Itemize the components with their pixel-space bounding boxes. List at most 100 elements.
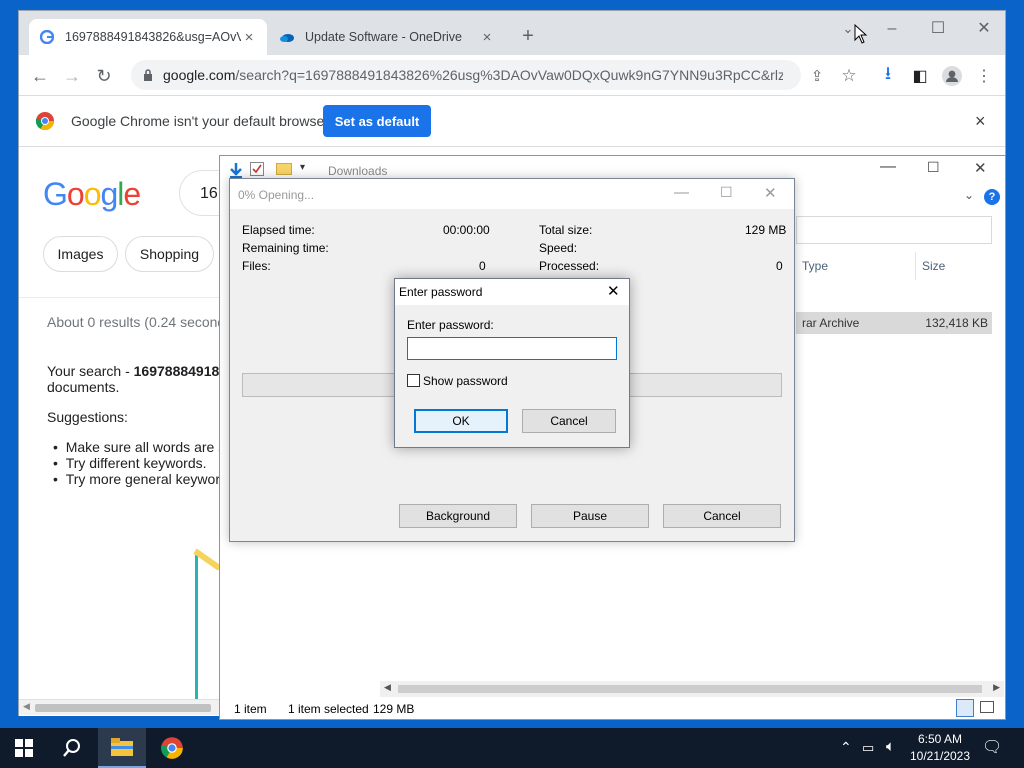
file-type: rar Archive [802,316,860,330]
tray-overflow-chevron-icon[interactable]: ⌃ [840,739,852,756]
tab-title: Update Software - OneDrive [305,30,463,44]
suggestion-text: Try different keywords. [65,455,207,471]
onedrive-cloud-icon [279,29,295,45]
cancel-button[interactable]: Cancel [522,409,616,433]
browser-toolbar: ← → ↻ google.com/search?q=16978884918438… [19,55,1005,95]
explorer-maximize-icon[interactable]: ☐ [927,159,940,176]
infobar-message: Google Chrome isn't your default browser [71,113,329,129]
start-windows-icon[interactable] [0,728,48,768]
password-close-icon[interactable]: ✕ [607,282,620,300]
documents-line: documents. [47,379,120,395]
file-size: 132,418 KB [925,316,988,330]
forward-arrow-icon[interactable]: → [59,63,85,89]
set-default-button[interactable]: Set as default [323,105,431,137]
password-input[interactable] [407,337,617,360]
lock-icon [143,69,153,81]
progress-minimize-icon[interactable]: — [674,184,689,201]
details-view-icon[interactable] [956,699,974,717]
column-header-type[interactable]: Type [802,259,828,273]
chrome-logo-icon [35,111,55,134]
suggestions-title: Suggestions: [47,409,128,425]
result-stats: About 0 results (0.24 seconds) [47,314,237,330]
progress-maximize-icon[interactable]: ☐ [720,184,733,201]
url-path: /search?q=1697888491843826%26usg%3DAOvVa… [235,67,783,83]
infobar-close-icon[interactable]: × [975,111,986,132]
clock-date[interactable]: 10/21/2023 [908,749,972,763]
pause-button[interactable]: Pause [531,504,649,528]
progress-titlebar: 0% Opening... — ☐ ✕ [230,179,794,209]
file-explorer-taskbar-icon[interactable] [98,728,146,768]
total-size-value: 129 MB [745,223,787,237]
total-size-label: Total size: [539,223,593,237]
volume-muted-icon[interactable]: 🔈︎ [886,738,895,755]
password-prompt: Enter password: [407,318,494,332]
url-text: google.com/search?q=1697888491843826%26u… [163,67,783,83]
tab-onedrive[interactable]: Update Software - OneDrive × [269,19,505,55]
chip-shopping[interactable]: Shopping [125,236,214,272]
horizontal-scrollbar[interactable]: ◀ [19,699,219,715]
your-search-prefix: Your search - [47,363,134,379]
elapsed-value: 00:00:00 [443,223,490,237]
progress-close-icon[interactable]: ✕ [764,184,777,202]
properties-icon[interactable] [250,162,264,176]
tiles-view-icon[interactable] [980,701,994,713]
explorer-hscrollbar[interactable]: ◀ ▶ [380,681,1004,697]
close-tab-icon[interactable]: × [241,29,257,46]
password-titlebar: Enter password ✕ [395,279,629,305]
reload-icon[interactable]: ↻ [91,63,117,89]
folder-icon[interactable] [276,163,292,175]
ribbon-expand-chevron-icon[interactable]: ⌄ [964,188,974,202]
remaining-label: Remaining time: [242,241,329,255]
cancel-extraction-button[interactable]: Cancel [663,504,781,528]
back-arrow-icon[interactable]: ← [27,63,53,89]
status-selected: 1 item selected [288,702,369,716]
processed-label: Processed: [539,259,600,273]
suggestion-item: • Try different keywords. [53,455,207,471]
files-label: Files: [242,259,271,273]
illustration-line [195,555,198,705]
file-row-selected[interactable]: rar Archive 132,418 KB [796,312,992,334]
show-password-checkbox[interactable] [407,374,420,387]
search-icon[interactable] [48,728,96,768]
bookmark-star-icon[interactable]: ☆ [836,63,862,89]
clock-time[interactable]: 6:50 AM [908,732,972,746]
status-item-count: 1 item [234,702,267,716]
password-dialog: Enter password ✕ Enter password: Show pa… [394,278,630,448]
close-window-icon[interactable]: ✕ [961,15,1007,43]
column-header-size[interactable]: Size [922,259,945,273]
explorer-close-icon[interactable]: ✕ [974,159,987,177]
elapsed-label: Elapsed time: [242,223,315,237]
network-icon[interactable]: ▭ [862,740,874,756]
background-button[interactable]: Background [399,504,517,528]
download-icon[interactable]: ⭳ [875,63,901,89]
progress-title: 0% Opening... [238,188,315,202]
share-icon[interactable]: ⇪ [804,63,830,89]
explorer-title: Downloads [328,164,388,178]
divider [19,297,219,298]
url-host: google.com [163,67,236,83]
maximize-icon[interactable]: ☐ [915,15,961,43]
mouse-cursor-icon [854,23,868,47]
google-logo[interactable]: Google [43,176,141,213]
chip-images[interactable]: Images [43,236,118,272]
show-password-label[interactable]: Show password [423,374,508,388]
menu-kebab-icon[interactable]: ⋮ [971,63,997,89]
quick-access-dropdown-icon[interactable]: ▾ [300,162,305,173]
notification-icon[interactable]: 🗨︎ [982,737,1002,757]
column-divider [915,252,916,280]
google-icon [39,29,55,45]
ok-button[interactable]: OK [414,409,508,433]
tab-google-search[interactable]: 1697888491843826&usg=AOvVa × [29,19,267,55]
chrome-taskbar-icon[interactable] [148,728,196,768]
processed-value: 0 [776,259,783,273]
explorer-minimize-icon[interactable]: — [880,158,896,176]
status-size: 129 MB [373,702,415,716]
help-icon[interactable]: ? [984,189,1000,205]
side-panel-icon[interactable]: ◧ [907,63,933,89]
close-tab-icon[interactable]: × [479,29,495,46]
minimize-icon[interactable]: – [869,15,915,43]
explorer-search-box[interactable] [796,216,992,244]
new-tab-button[interactable]: + [517,25,539,47]
address-bar[interactable]: google.com/search?q=1697888491843826%26u… [131,60,801,90]
profile-avatar-icon[interactable] [939,63,965,89]
